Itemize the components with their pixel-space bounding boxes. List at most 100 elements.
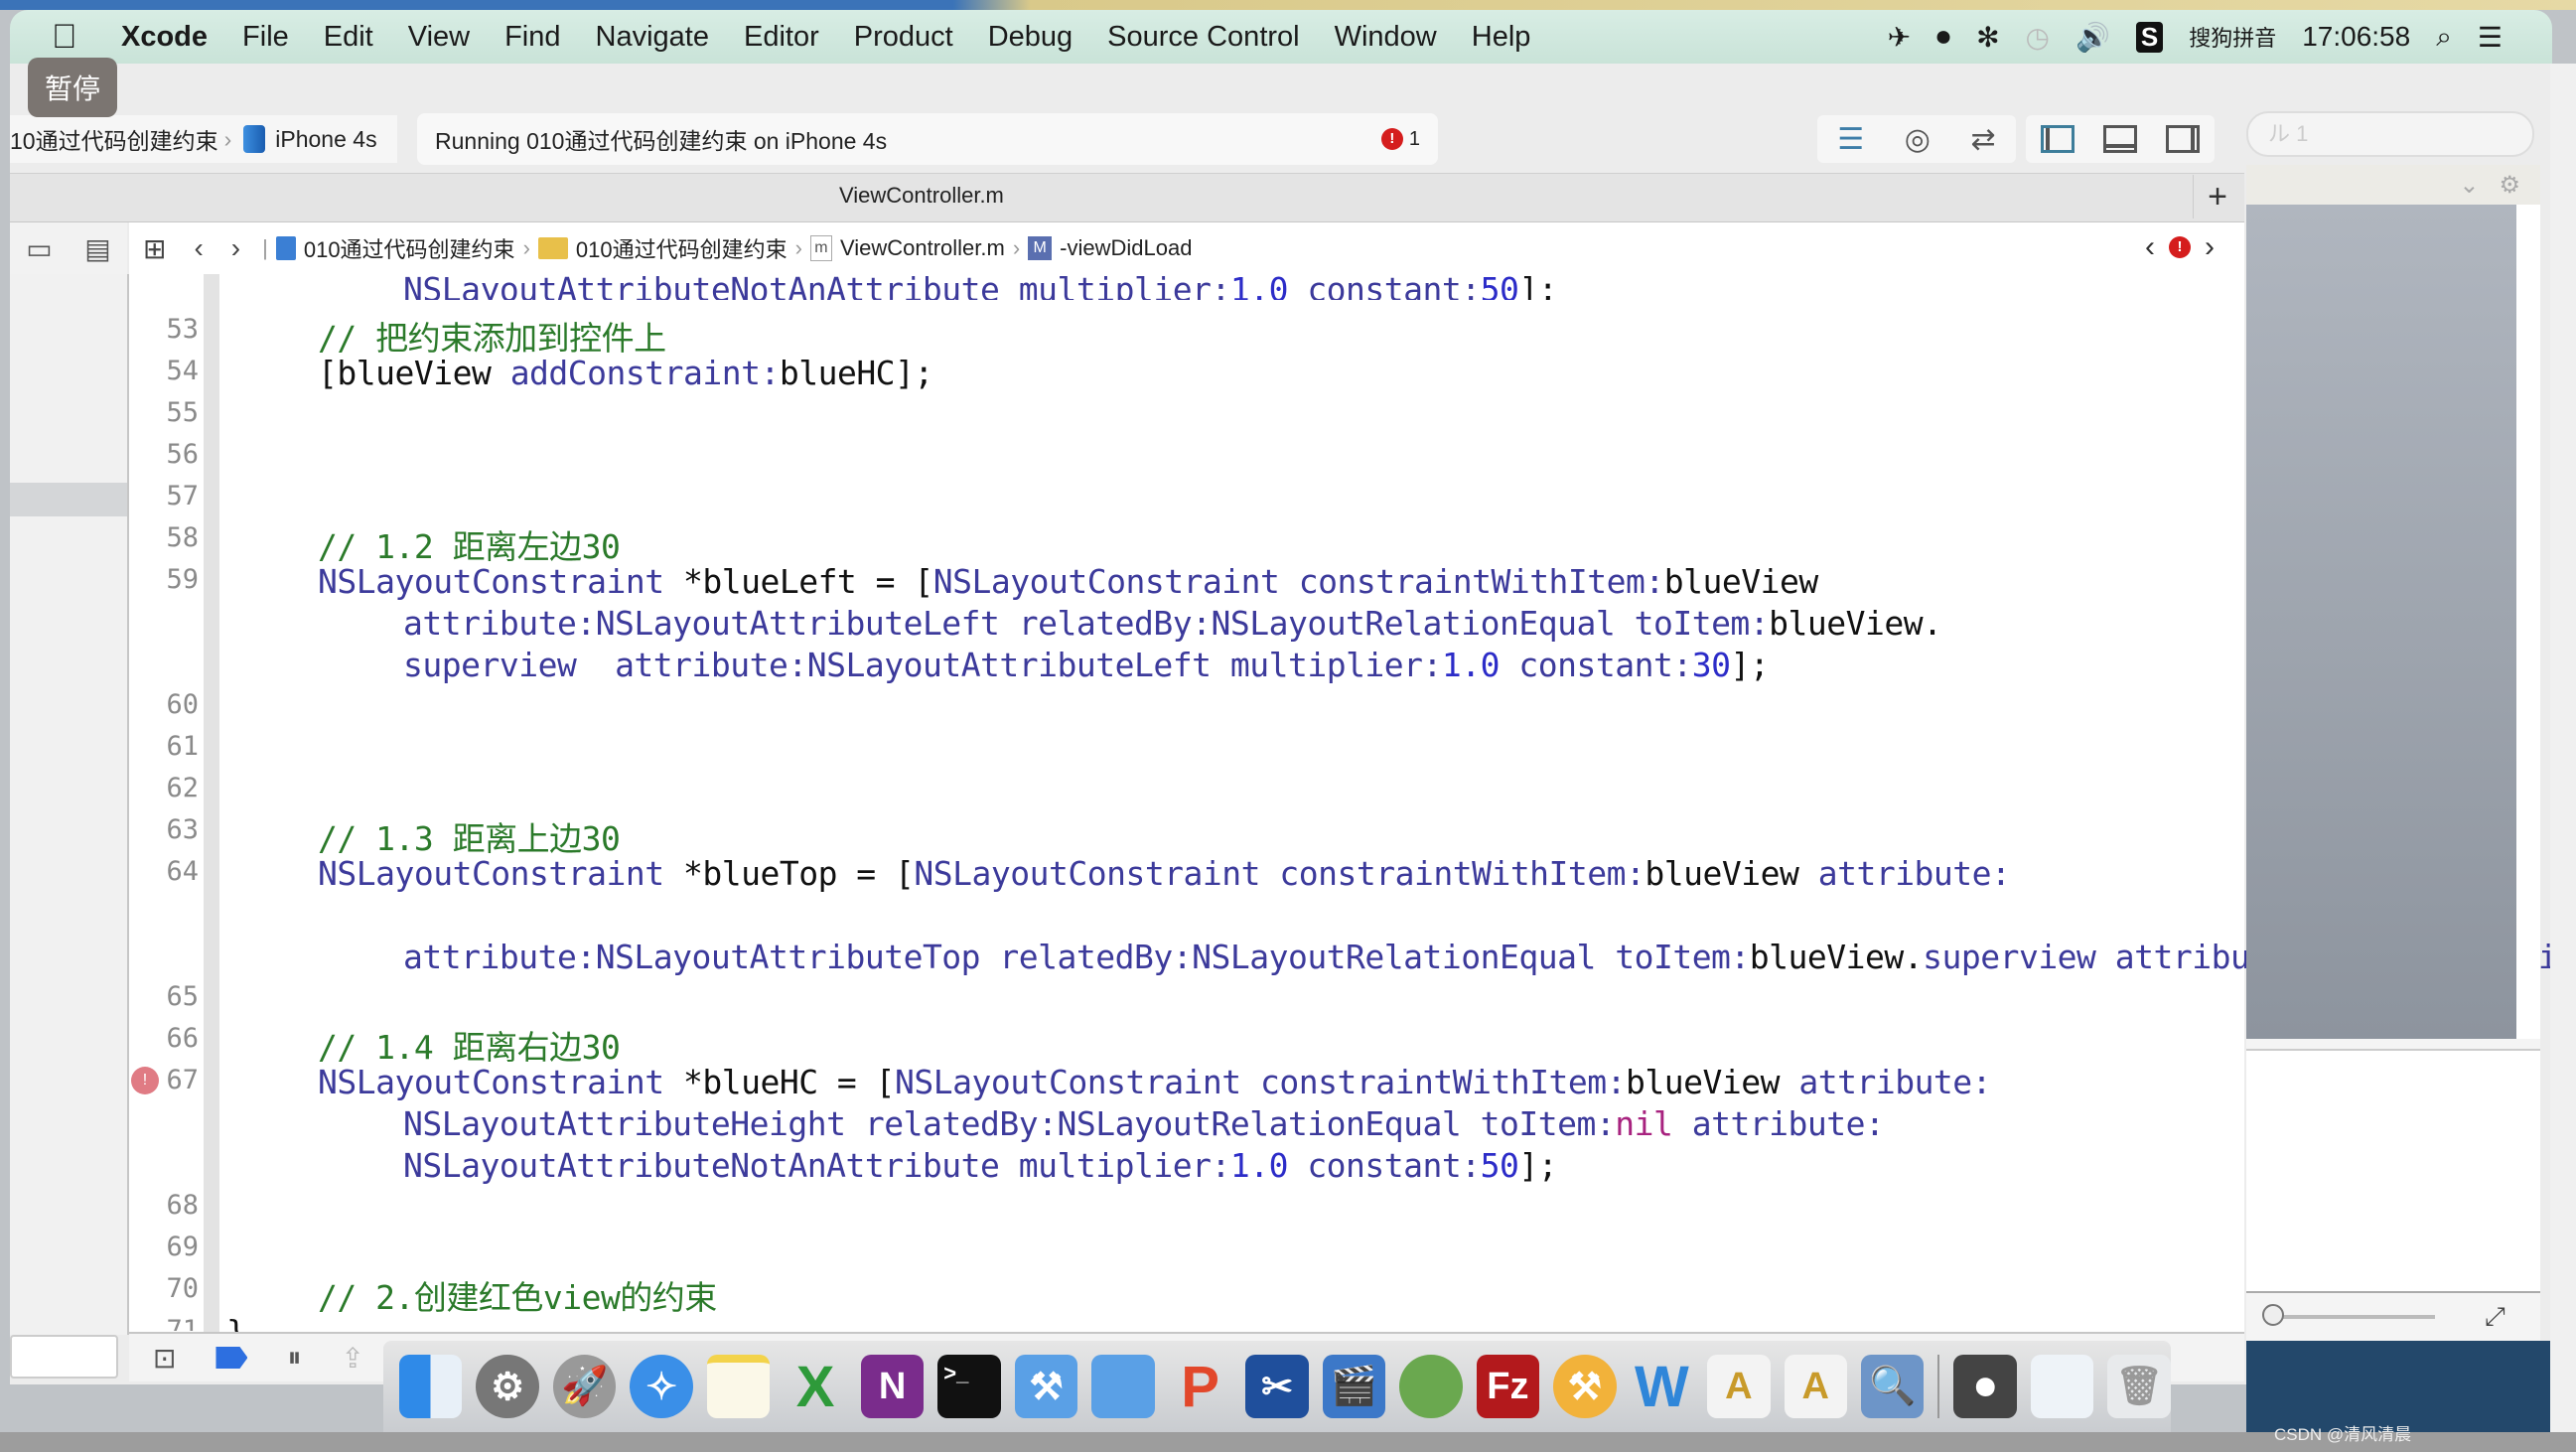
navigator-panel xyxy=(10,274,129,1335)
filter-icon[interactable]: ▭ xyxy=(26,232,52,265)
menu-navigate[interactable]: Navigate xyxy=(596,21,709,54)
volume-icon[interactable]: 🔊 xyxy=(2075,21,2110,54)
folder-icon xyxy=(537,237,568,259)
code-line[interactable]: superview attribute:NSLayoutAttributeLef… xyxy=(403,646,1770,684)
search-field[interactable]: ル 1 xyxy=(2246,111,2534,157)
crumb-folder[interactable]: 010通过代码创建约束 xyxy=(576,232,787,264)
dock-preview-icon[interactable]: 🔍 xyxy=(1861,1355,1925,1418)
code-line[interactable]: attribute:NSLayoutAttributeLeft relatedB… xyxy=(403,604,1942,643)
menu-source-control[interactable]: Source Control xyxy=(1107,21,1299,54)
dock-video-tool-icon[interactable]: 🎬 xyxy=(1322,1355,1386,1418)
next-issue-icon[interactable]: › xyxy=(2205,230,2215,264)
forward-icon[interactable]: › xyxy=(231,232,240,264)
code-comment[interactable]: // 1.3 距离上边30 xyxy=(318,812,621,860)
utilities-toggle-icon[interactable] xyxy=(2166,125,2201,153)
dock-excel-icon[interactable]: X xyxy=(784,1355,846,1419)
crumb-method[interactable]: -viewDidLoad xyxy=(1060,235,1192,261)
library-scrollbar[interactable] xyxy=(2516,205,2540,1039)
bluetooth-icon[interactable]: ✻ xyxy=(1976,21,1999,54)
code-comment[interactable]: // 2.创建红色view的约束 xyxy=(318,1271,717,1319)
activity-viewer: Running 010通过代码创建约束 on iPhone 4s ! 1 xyxy=(417,113,1438,165)
code-line[interactable]: NSLayoutConstraint *blueHC = [NSLayoutCo… xyxy=(318,1063,1992,1101)
menu-window[interactable]: Window xyxy=(1335,21,1437,54)
back-icon[interactable]: ‹ xyxy=(194,232,203,264)
dock-documents-folder-icon[interactable] xyxy=(1091,1355,1155,1418)
fit-to-screen-icon[interactable]: ⤢ xyxy=(2485,1301,2505,1333)
menu-app-xcode[interactable]: Xcode xyxy=(121,21,208,54)
input-method-label[interactable]: 搜狗拼音 xyxy=(2189,21,2276,53)
navigator-filter-field[interactable] xyxy=(10,1335,118,1379)
code-comment[interactable]: // 1.4 距离右边30 xyxy=(318,1021,621,1069)
standard-editor-icon[interactable]: ☰ xyxy=(1837,122,1864,157)
menu-find[interactable]: Find xyxy=(504,21,560,54)
airplane-icon[interactable]: ✈ xyxy=(1888,21,1911,54)
dock-terminal-icon[interactable]: >_ xyxy=(937,1355,1001,1418)
step-icon[interactable]: ⇪ xyxy=(341,1342,363,1375)
previous-issue-icon[interactable]: ‹ xyxy=(2145,230,2155,264)
issue-navigator-icon[interactable]: ▤ xyxy=(84,232,110,265)
code-line[interactable]: [blueView addConstraint:blueHC]; xyxy=(318,354,933,392)
code-line[interactable]: NSLayoutAttributeNotAnAttribute multipli… xyxy=(403,1146,1558,1185)
dock-screen-recording-icon[interactable]: ⏺ xyxy=(1953,1355,2017,1418)
chevron-down-icon[interactable]: ⌄ xyxy=(2459,171,2479,200)
menu-debug[interactable]: Debug xyxy=(988,21,1073,54)
gear-icon[interactable]: ⚙ xyxy=(2499,171,2520,200)
menu-help[interactable]: Help xyxy=(1472,21,1531,54)
dock-system-preferences-icon[interactable]: ⚙ xyxy=(476,1355,539,1418)
dock-app-folder-icon[interactable]: A xyxy=(1784,1355,1848,1418)
code-line[interactable]: NSLayoutAttributeHeight relatedBy:NSLayo… xyxy=(403,1104,1885,1143)
clock[interactable]: 17:06:58 xyxy=(2302,21,2410,53)
dock-safari-icon[interactable]: ✧ xyxy=(630,1355,693,1418)
pause-overlay-button[interactable]: 暂停 xyxy=(28,58,117,117)
dock-word-icon[interactable]: W xyxy=(1631,1355,1693,1419)
dock-onenote-icon[interactable]: N xyxy=(860,1355,925,1418)
menu-product[interactable]: Product xyxy=(854,21,953,54)
sogou-input-icon[interactable]: S xyxy=(2135,21,2164,53)
crumb-project[interactable]: 010通过代码创建约束 xyxy=(304,232,515,264)
error-indicator[interactable]: ! 1 xyxy=(1380,128,1420,151)
dock-screenshot-tool-icon[interactable]: ✂ xyxy=(1245,1355,1309,1418)
dock-desktop-icon[interactable] xyxy=(2030,1355,2094,1418)
menu-edit[interactable]: Edit xyxy=(324,21,373,54)
scheme-selector[interactable]: 10通过代码创建约束 › iPhone 4s xyxy=(10,115,397,163)
dock-app-folder-icon[interactable]: A xyxy=(1707,1355,1771,1418)
code-line[interactable]: NSLayoutAttributeNotAnAttribute multipli… xyxy=(403,270,1557,300)
notification-center-icon[interactable]: ☰ xyxy=(2478,21,2503,54)
code-line[interactable]: NSLayoutConstraint *blueLeft = [NSLayout… xyxy=(318,562,1818,601)
tab-viewcontroller[interactable]: ViewController.m xyxy=(839,183,1004,209)
code-comment[interactable]: // 1.2 距离左边30 xyxy=(318,520,621,568)
spotlight-search-icon[interactable]: ⌕ xyxy=(2436,21,2452,54)
dock-finder-icon[interactable] xyxy=(399,1355,463,1418)
menu-editor[interactable]: Editor xyxy=(744,21,819,54)
dock-trash-icon[interactable]: 🗑 xyxy=(2107,1355,2171,1418)
dock-filezilla-icon[interactable]: Fz xyxy=(1476,1355,1540,1418)
dock-developer-folder-icon[interactable]: ⚒ xyxy=(1014,1355,1078,1418)
debug-area-toggle-icon[interactable] xyxy=(2102,125,2137,153)
apple-menu-icon[interactable]:  xyxy=(52,18,91,57)
zoom-slider-knob[interactable] xyxy=(2262,1304,2284,1326)
dock-notes-icon[interactable] xyxy=(706,1355,771,1418)
code-line[interactable]: NSLayoutConstraint *blueTop = [NSLayoutC… xyxy=(318,854,2011,893)
dock-powerpoint-icon[interactable]: P xyxy=(1169,1355,1231,1419)
menu-file[interactable]: File xyxy=(242,21,289,54)
assistant-editor-icon[interactable]: ◎ xyxy=(1905,122,1931,157)
menu-view[interactable]: View xyxy=(408,21,470,54)
pause-execution-icon[interactable]: ⏸ xyxy=(287,1342,301,1375)
hide-debug-area-icon[interactable]: ⊡ xyxy=(153,1342,176,1375)
dock-xcode-tools-icon[interactable]: ⚒ xyxy=(1553,1355,1617,1418)
dock-launchpad-icon[interactable]: 🚀 xyxy=(552,1355,617,1418)
navigator-header: ▭ ▤ xyxy=(10,222,127,274)
version-editor-icon[interactable]: ⇄ xyxy=(1971,122,1996,157)
time-machine-icon[interactable]: ◷ xyxy=(2026,21,2050,54)
error-icon[interactable]: ! xyxy=(2169,236,2191,258)
breakpoints-toggle-icon[interactable] xyxy=(215,1347,248,1369)
crumb-file[interactable]: ViewController.m xyxy=(840,235,1005,261)
zoom-slider[interactable] xyxy=(2262,1304,2435,1326)
navigator-selected-row[interactable] xyxy=(10,483,127,516)
add-tab-button[interactable]: + xyxy=(2193,175,2241,218)
navigator-toggle-icon[interactable] xyxy=(2040,125,2075,153)
code-comment[interactable]: // 把约束添加到控件上 xyxy=(318,312,666,360)
related-items-icon[interactable]: ⊞ xyxy=(143,232,166,265)
screen-record-icon[interactable]: ⏺ xyxy=(1936,21,1950,54)
dock-network-utility-icon[interactable] xyxy=(1399,1355,1463,1418)
